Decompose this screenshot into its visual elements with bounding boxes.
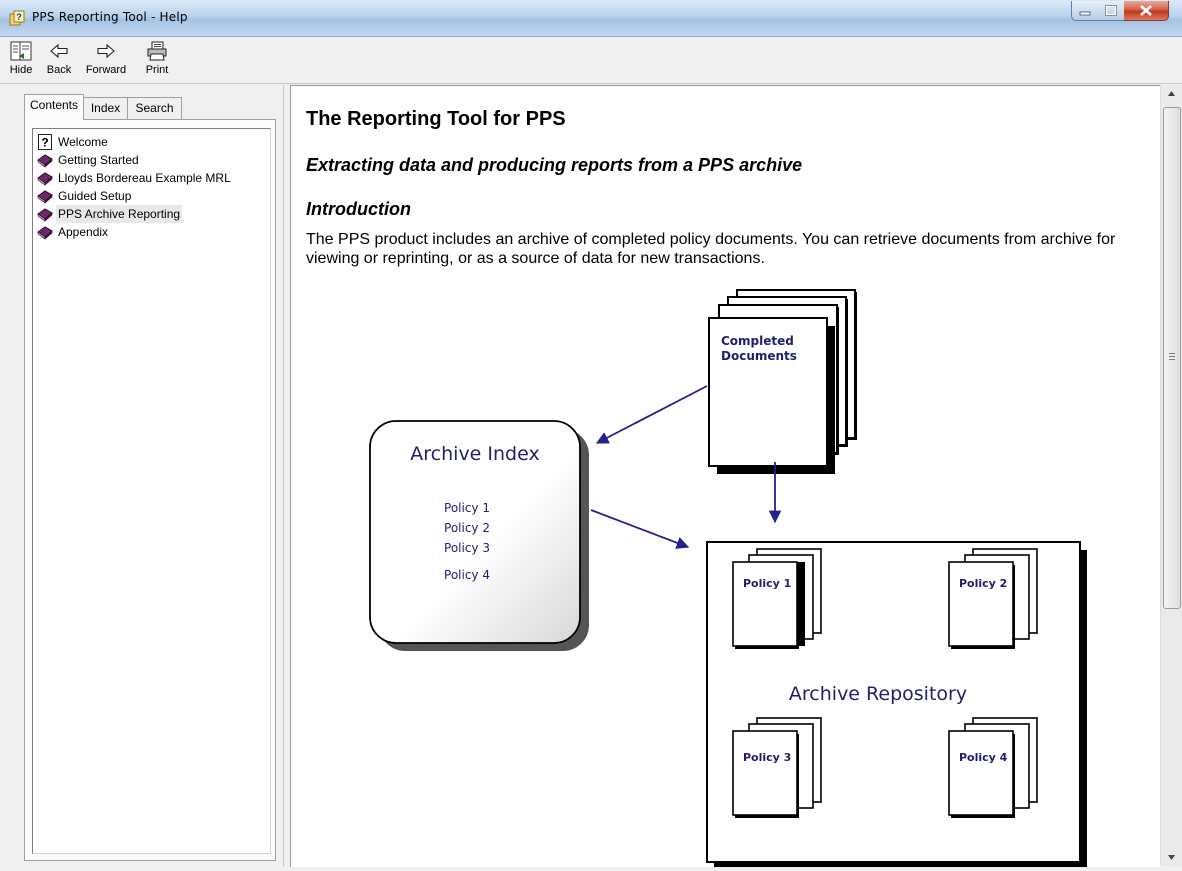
svg-text:?: ? bbox=[41, 136, 48, 150]
archive-repository-box: Archive Repository Policy 1 Policy 2 Pol… bbox=[706, 541, 1087, 867]
index-policy-4: Policy 4 bbox=[444, 568, 490, 582]
hide-label: Hide bbox=[9, 64, 33, 76]
archive-diagram: Completed Documents Archive Index Policy… bbox=[369, 289, 1087, 867]
book-icon bbox=[37, 190, 53, 204]
tree-item-label: Guided Setup bbox=[58, 189, 132, 203]
hide-pane-icon bbox=[10, 41, 32, 61]
repository-policy-4-stack: Policy 4 bbox=[948, 717, 1038, 818]
printer-icon bbox=[147, 41, 167, 61]
completed-label-line2: Documents bbox=[721, 349, 797, 363]
scroll-up-icon[interactable] bbox=[1161, 85, 1182, 102]
navigation-pane: Contents Index Search ? Welcome Getting … bbox=[4, 85, 282, 866]
repository-policy-3-stack: Policy 3 bbox=[732, 717, 822, 818]
scrollbar-thumb[interactable] bbox=[1163, 107, 1181, 609]
help-page-icon: ? bbox=[38, 134, 52, 150]
archive-index-box: Archive Index Policy 1 Policy 2 Policy 3… bbox=[369, 420, 589, 651]
tree-item-label: Lloyds Bordereau Example MRL bbox=[58, 171, 231, 185]
tab-search-label: Search bbox=[135, 101, 174, 115]
print-label: Print bbox=[145, 64, 169, 76]
tab-contents-label: Contents bbox=[29, 98, 79, 112]
index-policy-3: Policy 3 bbox=[444, 541, 490, 555]
contents-tree[interactable]: ? Welcome Getting Started Lloyds Bordere… bbox=[32, 128, 271, 854]
vertical-scrollbar[interactable] bbox=[1160, 85, 1182, 866]
archive-index-title: Archive Index bbox=[410, 443, 539, 465]
back-label: Back bbox=[46, 64, 72, 76]
back-arrow-icon bbox=[50, 43, 68, 59]
tree-item-label: Appendix bbox=[58, 225, 109, 239]
repository-policy-1-stack: Policy 1 bbox=[732, 548, 822, 649]
forward-label: Forward bbox=[85, 64, 127, 76]
repository-policy-2: Policy 2 bbox=[959, 577, 1007, 590]
pane-splitter[interactable] bbox=[283, 85, 289, 867]
book-icon bbox=[37, 154, 53, 168]
book-icon bbox=[37, 208, 53, 222]
tab-search[interactable]: Search bbox=[127, 97, 182, 120]
maximize-button[interactable] bbox=[1098, 1, 1125, 21]
back-button[interactable]: Back bbox=[44, 41, 74, 81]
index-policy-2: Policy 2 bbox=[444, 521, 490, 535]
print-button[interactable]: Print bbox=[142, 41, 172, 81]
scroll-down-icon[interactable] bbox=[1161, 849, 1182, 866]
maximize-icon bbox=[1105, 5, 1117, 16]
repository-policy-3: Policy 3 bbox=[743, 751, 791, 764]
title-bar[interactable]: ? PPS Reporting Tool - Help bbox=[0, 0, 1182, 37]
tab-contents[interactable]: Contents bbox=[24, 94, 84, 120]
index-policy-1: Policy 1 bbox=[444, 501, 490, 515]
tree-item-label: PPS Archive Reporting bbox=[56, 205, 183, 223]
minimize-icon bbox=[1079, 11, 1091, 16]
help-app-icon: ? bbox=[9, 10, 25, 26]
archive-repository-title: Archive Repository bbox=[789, 683, 967, 705]
tab-index-label: Index bbox=[90, 101, 121, 115]
tree-item-label: Welcome bbox=[58, 135, 108, 149]
forward-arrow-icon bbox=[97, 43, 115, 59]
scroll-grip-icon bbox=[1169, 353, 1175, 360]
arrow-completed-to-index bbox=[595, 385, 708, 444]
repository-policy-4: Policy 4 bbox=[959, 751, 1008, 764]
forward-button[interactable]: Forward bbox=[82, 41, 130, 81]
hide-button[interactable]: Hide bbox=[6, 41, 36, 81]
arrow-index-to-repository bbox=[590, 509, 690, 549]
minimize-button[interactable] bbox=[1071, 1, 1100, 21]
completed-label-line1: Completed bbox=[721, 334, 794, 348]
book-icon bbox=[37, 172, 53, 186]
toolbar: Hide Back Forward Print bbox=[0, 37, 1182, 84]
repository-policy-2-stack: Policy 2 bbox=[948, 548, 1038, 649]
completed-documents-stack: Completed Documents bbox=[708, 289, 857, 474]
tree-item-label: Getting Started bbox=[58, 153, 139, 167]
book-icon bbox=[37, 226, 53, 240]
close-button[interactable] bbox=[1124, 1, 1169, 21]
window-title: PPS Reporting Tool - Help bbox=[32, 10, 188, 24]
repository-policy-1: Policy 1 bbox=[743, 577, 791, 590]
topic-content-pane: The Reporting Tool for PPS Extracting da… bbox=[290, 85, 1161, 867]
close-icon bbox=[1140, 5, 1152, 16]
tab-index[interactable]: Index bbox=[83, 97, 128, 120]
help-window: ? PPS Reporting Tool - Help Hide Back Fo… bbox=[0, 0, 1182, 871]
svg-text:?: ? bbox=[16, 12, 22, 22]
contents-tab-panel: ? Welcome Getting Started Lloyds Bordere… bbox=[24, 119, 276, 861]
